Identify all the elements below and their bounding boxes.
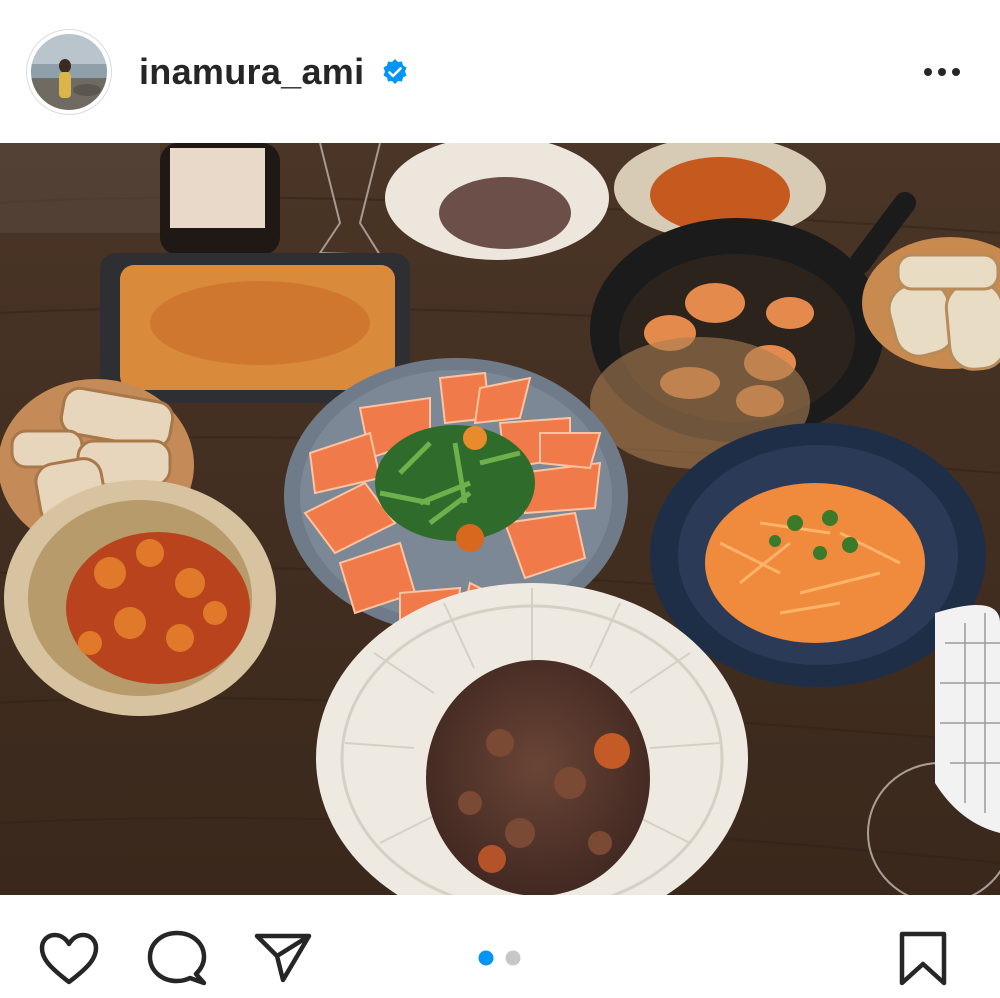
carousel-dot [505, 950, 521, 966]
carousel-dot-active [478, 950, 494, 966]
bookmark-icon[interactable] [897, 931, 949, 987]
post-photo[interactable] [0, 143, 1000, 895]
avatar[interactable] [26, 29, 112, 115]
food-table-image [0, 143, 1000, 895]
send-icon[interactable] [253, 932, 313, 984]
post-header: inamura_ami [0, 0, 1000, 143]
verified-badge-icon [383, 59, 407, 84]
post-actions [0, 895, 1000, 998]
avatar-image [31, 34, 107, 110]
carousel-indicator [478, 950, 521, 966]
comment-icon[interactable] [146, 930, 208, 988]
heart-icon[interactable] [38, 932, 100, 986]
more-options-icon[interactable] [920, 58, 964, 86]
username[interactable]: inamura_ami [139, 50, 364, 94]
